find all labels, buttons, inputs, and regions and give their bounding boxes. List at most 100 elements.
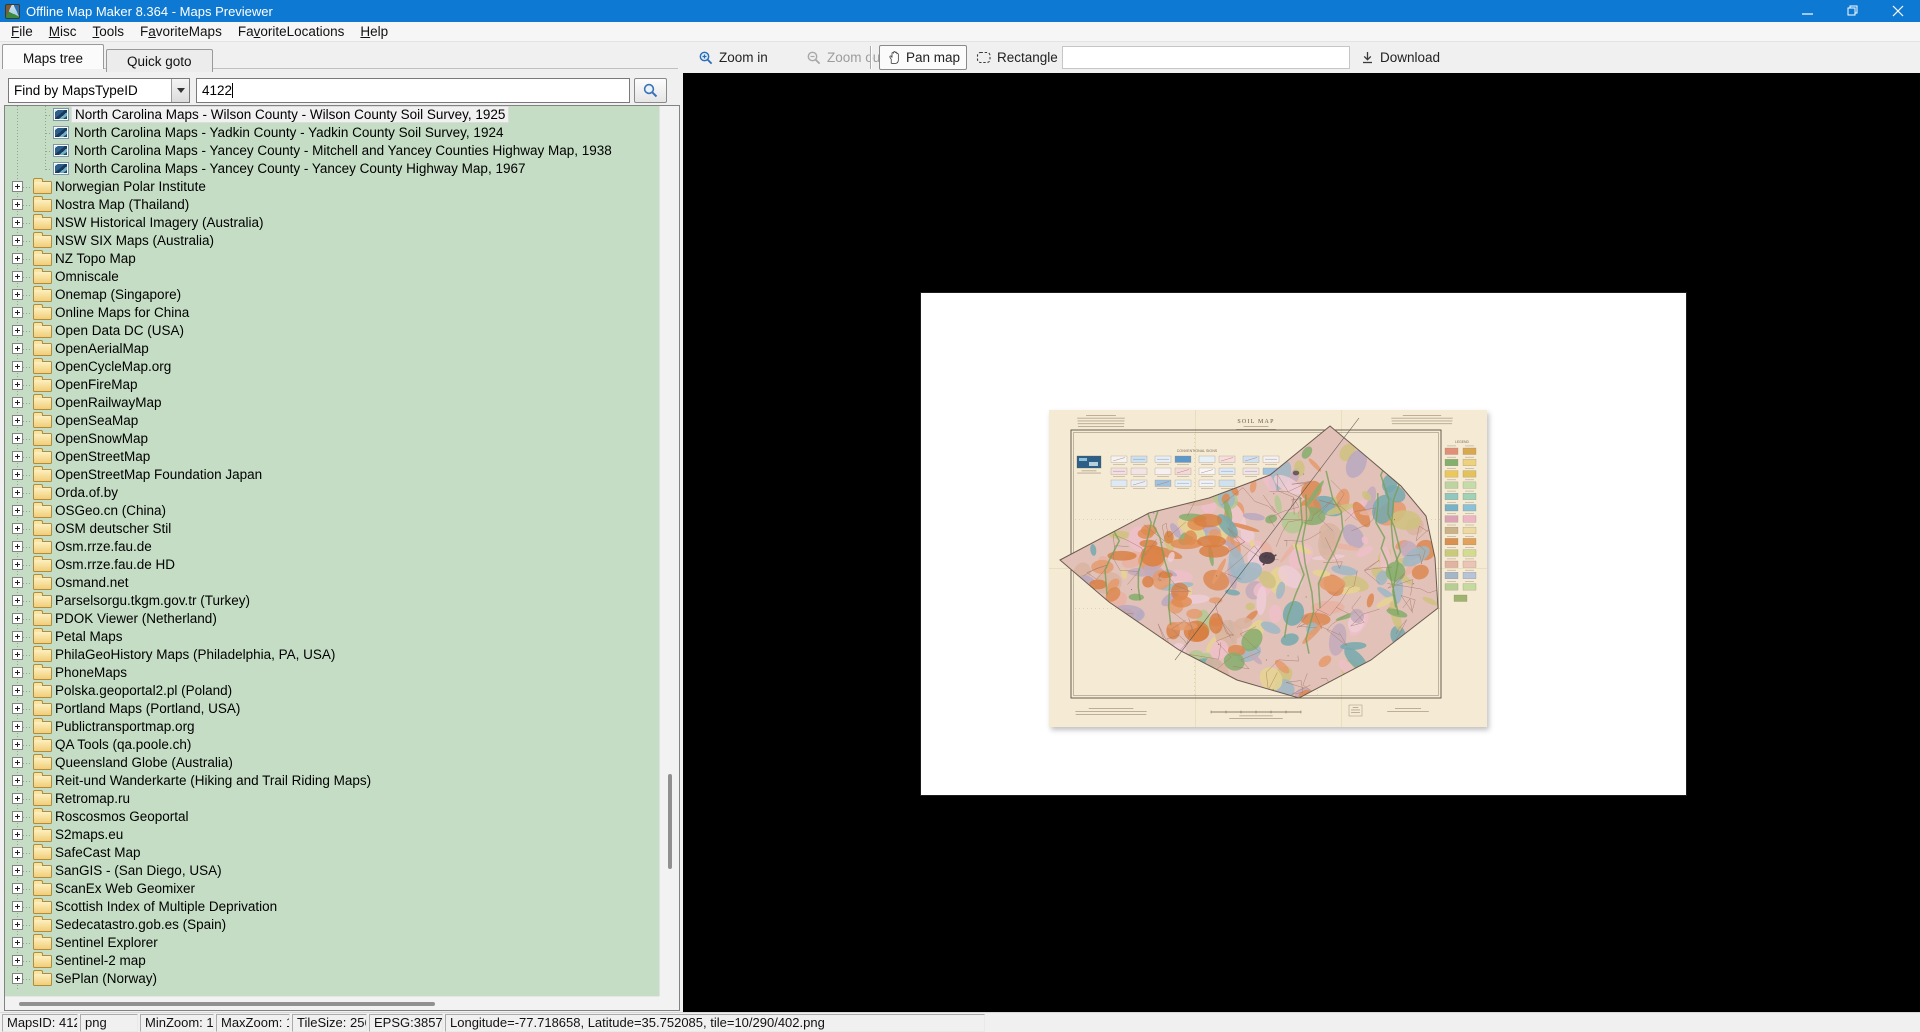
- expand-icon[interactable]: [12, 433, 23, 444]
- tree-item-folder[interactable]: OpenStreetMap: [5, 448, 659, 466]
- tree-item-folder[interactable]: Osm.rrze.fau.de: [5, 538, 659, 556]
- toolbar-input[interactable]: [1062, 46, 1350, 69]
- tree-item-folder[interactable]: Sentinel-2 map: [5, 952, 659, 970]
- expand-icon[interactable]: [12, 523, 23, 534]
- search-input[interactable]: 4122: [196, 78, 630, 103]
- tree-item-folder[interactable]: Norwegian Polar Institute: [5, 178, 659, 196]
- expand-icon[interactable]: [12, 451, 23, 462]
- tree-item-folder[interactable]: Online Maps for China: [5, 304, 659, 322]
- expand-icon[interactable]: [12, 757, 23, 768]
- expand-icon[interactable]: [12, 793, 23, 804]
- expand-icon[interactable]: [12, 667, 23, 678]
- expand-icon[interactable]: [12, 379, 23, 390]
- tree-item-folder[interactable]: Sedecatastro.gob.es (Spain): [5, 916, 659, 934]
- expand-icon[interactable]: [12, 685, 23, 696]
- menu-misc[interactable]: Misc: [41, 23, 85, 40]
- tree-item-folder[interactable]: OSM deutscher Stil: [5, 520, 659, 538]
- expand-icon[interactable]: [12, 181, 23, 192]
- expand-icon[interactable]: [12, 865, 23, 876]
- tree-item-folder[interactable]: OSGeo.cn (China): [5, 502, 659, 520]
- tree-item-folder[interactable]: SePlan (Norway): [5, 970, 659, 988]
- tree-item-map[interactable]: North Carolina Maps - Yadkin County - Ya…: [5, 124, 659, 142]
- expand-icon[interactable]: [12, 559, 23, 570]
- tree-item-folder[interactable]: Omniscale: [5, 268, 659, 286]
- tree-item-folder[interactable]: Open Data DC (USA): [5, 322, 659, 340]
- tree-item-folder[interactable]: Roscosmos Geoportal: [5, 808, 659, 826]
- expand-icon[interactable]: [12, 361, 23, 372]
- expand-icon[interactable]: [12, 343, 23, 354]
- menu-favoritemaps[interactable]: FavoriteMaps: [132, 23, 230, 40]
- expand-icon[interactable]: [12, 325, 23, 336]
- tree-item-folder[interactable]: PhoneMaps: [5, 664, 659, 682]
- horizontal-scrollbar-thumb[interactable]: [19, 1002, 435, 1006]
- expand-icon[interactable]: [12, 847, 23, 858]
- map-viewport[interactable]: SOIL MAPCONVENTIONAL SIGNSLEGEND: [683, 73, 1920, 1012]
- expand-icon[interactable]: [12, 289, 23, 300]
- expand-icon[interactable]: [12, 919, 23, 930]
- expand-icon[interactable]: [12, 973, 23, 984]
- expand-icon[interactable]: [12, 811, 23, 822]
- tree-item-map[interactable]: North Carolina Maps - Yancey County - Ya…: [5, 160, 659, 178]
- tree-item-folder[interactable]: Nostra Map (Thailand): [5, 196, 659, 214]
- tree-item-folder[interactable]: PDOK Viewer (Netherland): [5, 610, 659, 628]
- minimize-button[interactable]: [1785, 0, 1830, 22]
- tree-item-folder[interactable]: Osm.rrze.fau.de HD: [5, 556, 659, 574]
- tree-item-folder[interactable]: Scottish Index of Multiple Deprivation: [5, 898, 659, 916]
- menu-help[interactable]: Help: [352, 23, 396, 40]
- menu-tools[interactable]: Tools: [85, 23, 133, 40]
- expand-icon[interactable]: [12, 901, 23, 912]
- tree-item-folder[interactable]: Parselsorgu.tkgm.gov.tr (Turkey): [5, 592, 659, 610]
- tree-item-folder[interactable]: Orda.of.by: [5, 484, 659, 502]
- tree-item-folder[interactable]: Queensland Globe (Australia): [5, 754, 659, 772]
- tree-item-folder[interactable]: Publictransportmap.org: [5, 718, 659, 736]
- tree-item-folder[interactable]: Reit-und Wanderkarte (Hiking and Trail R…: [5, 772, 659, 790]
- tree-item-folder[interactable]: ScanEx Web Geomixer: [5, 880, 659, 898]
- vertical-scrollbar[interactable]: [659, 106, 679, 996]
- menu-file[interactable]: File: [3, 23, 41, 40]
- expand-icon[interactable]: [12, 703, 23, 714]
- tree-item-folder[interactable]: Polska.geoportal2.pl (Poland): [5, 682, 659, 700]
- search-button[interactable]: [634, 78, 667, 103]
- chevron-down-icon[interactable]: [171, 79, 189, 102]
- tree-item-folder[interactable]: OpenCycleMap.org: [5, 358, 659, 376]
- expand-icon[interactable]: [12, 721, 23, 732]
- expand-icon[interactable]: [12, 937, 23, 948]
- tree-item-folder[interactable]: OpenSnowMap: [5, 430, 659, 448]
- tab-maps-tree[interactable]: Maps tree: [2, 44, 104, 69]
- expand-icon[interactable]: [12, 397, 23, 408]
- tree-item-folder[interactable]: OpenRailwayMap: [5, 394, 659, 412]
- expand-icon[interactable]: [12, 649, 23, 660]
- download-button[interactable]: Download: [1353, 45, 1447, 70]
- tree-item-folder[interactable]: OpenSeaMap: [5, 412, 659, 430]
- expand-icon[interactable]: [12, 577, 23, 588]
- expand-icon[interactable]: [12, 505, 23, 516]
- restore-button[interactable]: [1830, 0, 1875, 22]
- expand-icon[interactable]: [12, 631, 23, 642]
- tree-item-folder[interactable]: OpenStreetMap Foundation Japan: [5, 466, 659, 484]
- expand-icon[interactable]: [12, 541, 23, 552]
- tree-item-folder[interactable]: S2maps.eu: [5, 826, 659, 844]
- close-button[interactable]: [1875, 0, 1920, 22]
- expand-icon[interactable]: [12, 829, 23, 840]
- expand-icon[interactable]: [12, 595, 23, 606]
- expand-icon[interactable]: [12, 271, 23, 282]
- tree-item-folder[interactable]: QA Tools (qa.poole.ch): [5, 736, 659, 754]
- menu-favoritelocations[interactable]: FavoriteLocations: [230, 23, 353, 40]
- expand-icon[interactable]: [12, 883, 23, 894]
- expand-icon[interactable]: [12, 739, 23, 750]
- vertical-scrollbar-thumb[interactable]: [668, 774, 672, 869]
- tree-item-folder[interactable]: Osmand.net: [5, 574, 659, 592]
- expand-icon[interactable]: [12, 613, 23, 624]
- tree-item-folder[interactable]: SanGIS - (San Diego, USA): [5, 862, 659, 880]
- expand-icon[interactable]: [12, 415, 23, 426]
- tree-item-folder[interactable]: Portland Maps (Portland, USA): [5, 700, 659, 718]
- tab-quick-goto[interactable]: Quick goto: [106, 49, 213, 72]
- expand-icon[interactable]: [12, 217, 23, 228]
- pan-map-button[interactable]: Pan map: [879, 45, 967, 70]
- tree-item-map[interactable]: North Carolina Maps - Yancey County - Mi…: [5, 142, 659, 160]
- tree-item-map[interactable]: North Carolina Maps - Wilson County - Wi…: [5, 106, 659, 124]
- tree-item-folder[interactable]: NSW SIX Maps (Australia): [5, 232, 659, 250]
- zoom-out-button[interactable]: Zoom out: [799, 45, 891, 70]
- zoom-in-button[interactable]: Zoom in: [691, 45, 775, 70]
- expand-icon[interactable]: [12, 469, 23, 480]
